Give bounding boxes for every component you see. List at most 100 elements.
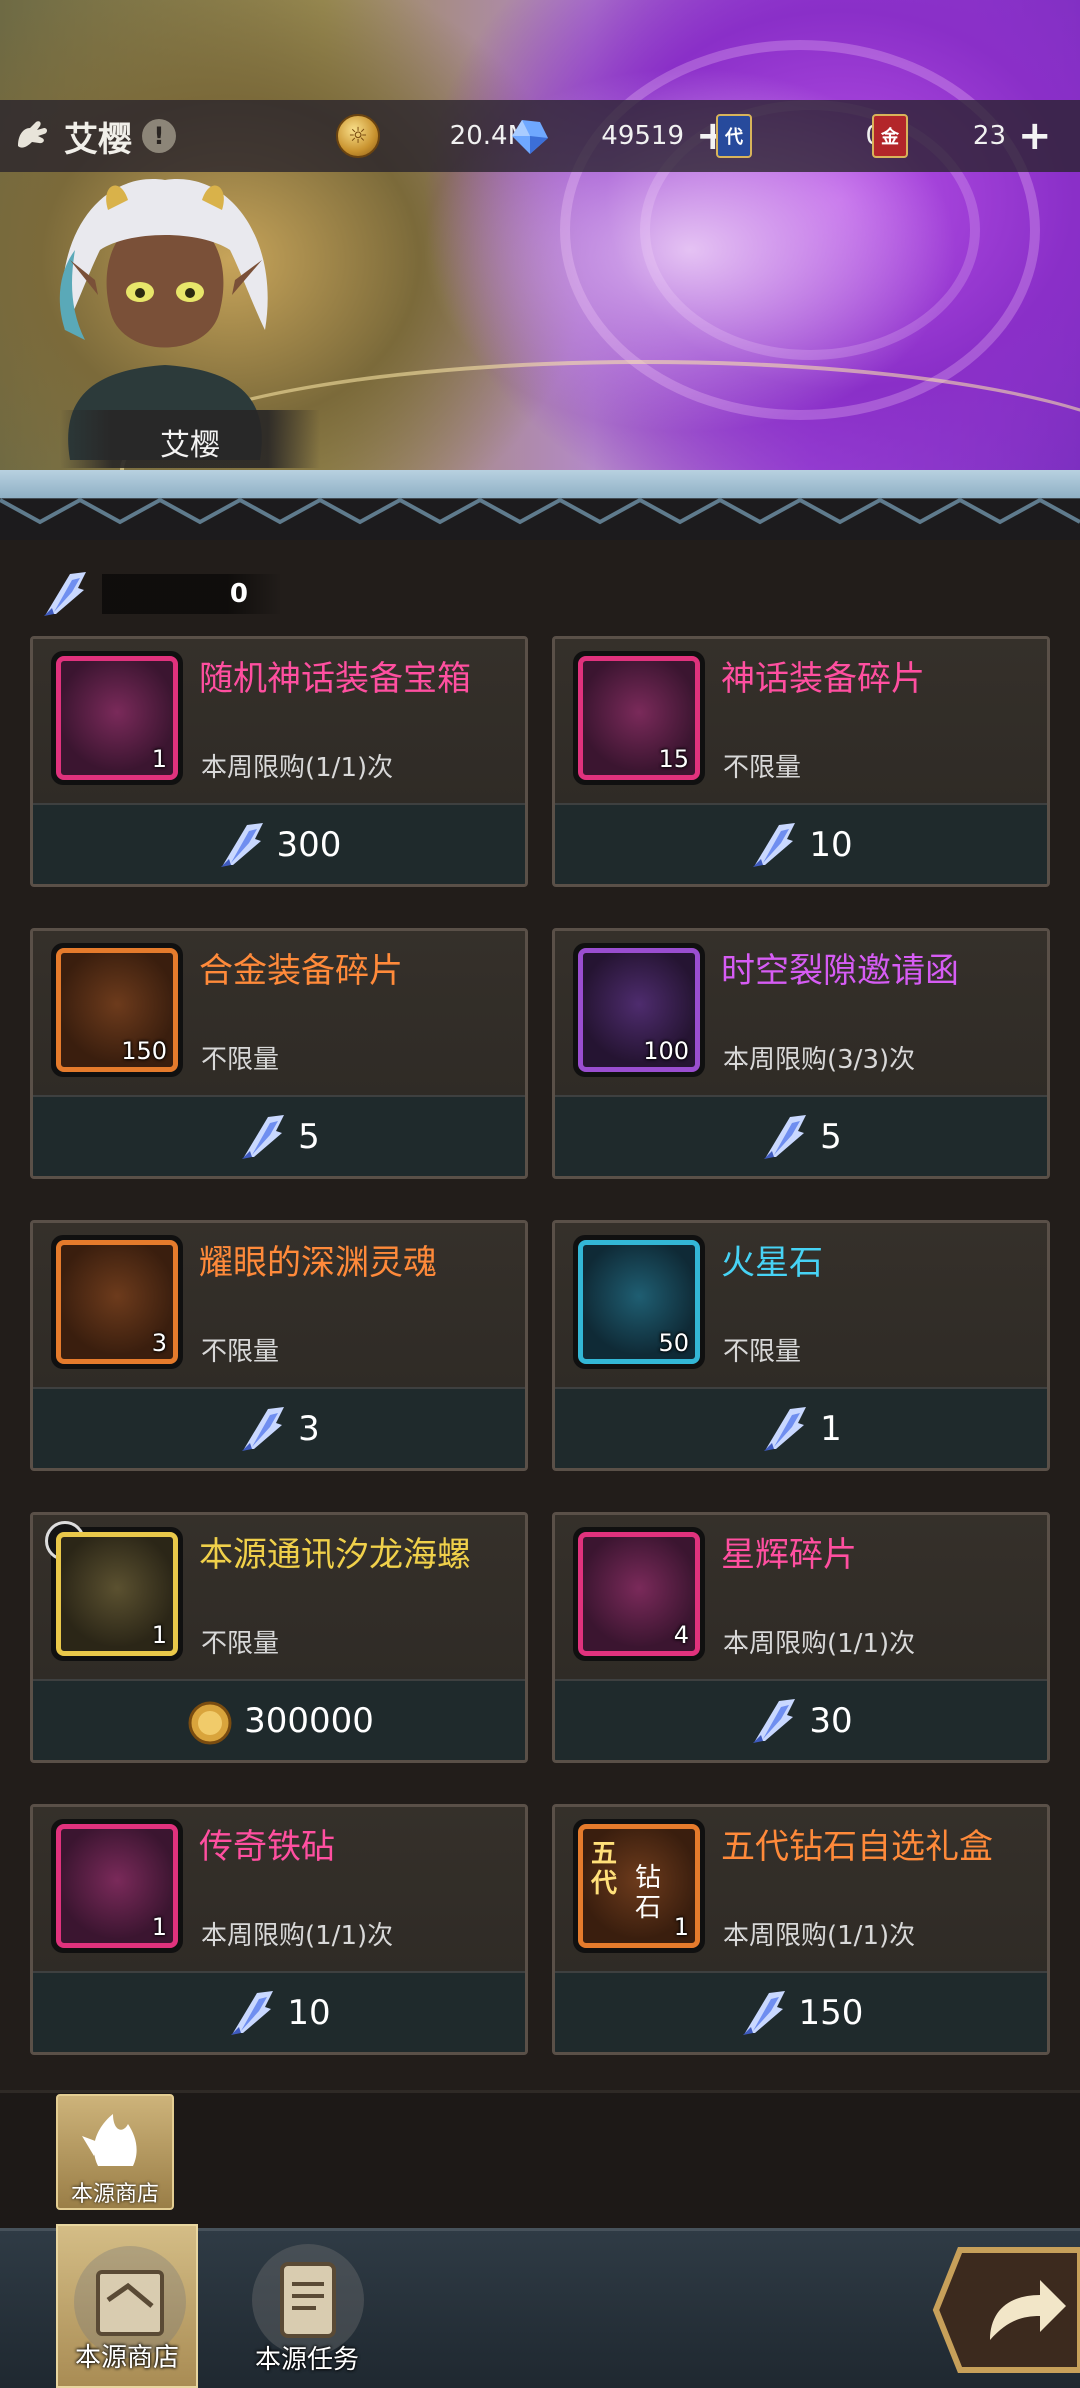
shop-item-card[interactable]: 4 星辉碎片 本周限购(1/1)次 30: [552, 1512, 1050, 1763]
buy-button[interactable]: 10: [555, 803, 1047, 884]
crystal-shard-icon: [739, 1987, 791, 2039]
crystal-shard-icon: [749, 1695, 801, 1747]
item-icon-text-2: 钻石: [635, 1863, 662, 1923]
item-title: 随机神话装备宝箱: [199, 659, 471, 699]
ticket-b-value: 23: [972, 121, 1006, 151]
shop-item-card[interactable]: 1 随机神话装备宝箱 本周限购(1/1)次 300: [30, 636, 528, 887]
item-icon: 150: [56, 948, 178, 1072]
item-icon-frame: 1: [51, 651, 183, 785]
blue-ticket-icon: 代: [716, 114, 752, 158]
item-price: 3: [298, 1409, 320, 1449]
item-price: 150: [798, 1993, 864, 2033]
crystal-shard-icon: [760, 1403, 812, 1455]
item-price: 10: [287, 1993, 331, 2033]
item-price: 300000: [244, 1701, 374, 1741]
go-arrow-button[interactable]: [930, 2240, 1080, 2380]
shop-currency: 0: [40, 566, 282, 622]
shop-item-card[interactable]: 五代钻石 1 五代钻石自选礼盒 本周限购(1/1)次 150: [552, 1804, 1050, 2055]
item-icon: 100: [578, 948, 700, 1072]
item-purchase-limit: 本周限购(1/1)次: [201, 1921, 394, 1951]
item-quantity: 15: [658, 745, 689, 773]
item-purchase-limit: 本周限购(1/1)次: [723, 1921, 916, 1951]
item-purchase-limit: 不限量: [201, 1045, 280, 1075]
item-icon-frame: 3: [51, 1235, 183, 1369]
item-icon-frame: 50: [573, 1235, 705, 1369]
buy-button[interactable]: 10: [33, 1971, 525, 2052]
item-purchase-limit: 不限量: [723, 1337, 802, 1367]
crystal-shard-icon: [760, 1111, 812, 1163]
player-info: 艾樱 !: [10, 108, 176, 164]
item-purchase-limit: 不限量: [201, 1337, 280, 1367]
buy-button[interactable]: 150: [555, 1971, 1047, 2052]
buy-button[interactable]: 300000: [33, 1679, 525, 1760]
ticket-b-resource: 金 23 +: [872, 110, 1052, 162]
item-price: 30: [809, 1701, 853, 1741]
buy-button[interactable]: 300: [33, 803, 525, 884]
item-purchase-limit: 不限量: [723, 753, 802, 783]
nav-origin-shop[interactable]: 本源商店: [56, 2224, 198, 2388]
item-quantity: 1: [151, 745, 167, 773]
info-icon[interactable]: !: [142, 119, 176, 153]
nav-origin-task[interactable]: 本源任务: [236, 2224, 378, 2388]
item-icon-frame: 五代钻石 1: [573, 1819, 705, 1953]
item-price: 5: [820, 1117, 842, 1157]
gold-coin-icon: ☼: [336, 114, 380, 158]
item-icon-text: 五代: [591, 1839, 618, 1899]
shop-item-card[interactable]: 15 神话装备碎片 不限量 10: [552, 636, 1050, 887]
shop-item-card[interactable]: 50 火星石 不限量 1: [552, 1220, 1050, 1471]
shop-item-card[interactable]: 100 时空裂隙邀请函本周限购(3/3)次 5: [552, 928, 1050, 1179]
shop-item-card[interactable]: 1 本源通讯汐龙海螺 不限量 300000: [30, 1512, 528, 1763]
item-quantity: 1: [151, 1913, 167, 1941]
buy-button[interactable]: 3: [33, 1387, 525, 1468]
item-title: 本源通讯汐龙海螺: [199, 1535, 471, 1575]
item-quantity: 1: [673, 1913, 689, 1941]
item-icon: 1: [56, 1532, 178, 1656]
crystal-shard-icon: [44, 572, 86, 616]
shop-item-card[interactable]: 1 传奇铁砧本周限购(1/1)次 10: [30, 1804, 528, 2055]
item-icon-frame: 150: [51, 943, 183, 1077]
item-icon: 3: [56, 1240, 178, 1364]
item-icon: 五代钻石 1: [578, 1824, 700, 1948]
item-price: 300: [276, 825, 342, 865]
item-quantity: 150: [121, 1037, 167, 1065]
item-purchase-limit: 本周限购(3/3)次: [723, 1045, 916, 1075]
item-quantity: 3: [151, 1329, 167, 1357]
buy-button[interactable]: 5: [555, 1095, 1047, 1176]
item-title: 耀眼的深渊灵魂: [199, 1243, 437, 1283]
buy-button[interactable]: 1: [555, 1387, 1047, 1468]
item-title: 时空裂隙邀请函: [721, 951, 959, 991]
item-icon: 1: [56, 656, 178, 780]
item-title: 合金装备碎片: [199, 951, 403, 991]
item-icon-frame: 100: [573, 943, 705, 1077]
nav-shop-label: 本源商店: [74, 2343, 179, 2373]
crystal-shard-icon: [227, 1987, 279, 2039]
hero-name: 艾樱: [160, 428, 220, 463]
item-quantity: 50: [658, 1329, 689, 1357]
buy-button[interactable]: 30: [555, 1679, 1047, 1760]
item-quantity: 4: [673, 1621, 689, 1649]
shop-item-card[interactable]: 3 耀眼的深渊灵魂不限量 3: [30, 1220, 528, 1471]
currency-value: 0: [102, 574, 282, 614]
buy-button[interactable]: 5: [33, 1095, 525, 1176]
arrow-right-icon: [932, 2247, 1080, 2373]
item-title: 星辉碎片: [721, 1535, 857, 1575]
item-icon-frame: 1: [45, 1521, 183, 1661]
red-ticket-icon: 金: [872, 114, 908, 158]
item-icon-frame: 1: [51, 1819, 183, 1953]
item-quantity: 1: [151, 1621, 167, 1649]
blue-gem-icon: [512, 120, 548, 154]
item-icon-frame: 4: [573, 1527, 705, 1661]
crystal-shard-icon: [217, 819, 269, 871]
gold-coin-icon: [184, 1695, 236, 1747]
add-ticket-button[interactable]: +: [1018, 116, 1052, 156]
item-icon: 50: [578, 1240, 700, 1364]
crystal-shard-icon: [238, 1111, 290, 1163]
item-price: 5: [298, 1117, 320, 1157]
shop-item-card[interactable]: 150 合金装备碎片不限量 5: [30, 928, 528, 1179]
item-title: 传奇铁砧: [199, 1827, 335, 1867]
decorative-divider: [0, 470, 1080, 540]
item-price: 1: [820, 1409, 842, 1449]
item-price: 10: [809, 825, 853, 865]
shop-grid: 1 随机神话装备宝箱 本周限购(1/1)次 300 15 神话装备碎片 不限量 10 150 合金…: [0, 636, 1080, 2090]
sub-tab-label: 本源商店: [70, 2182, 159, 2207]
